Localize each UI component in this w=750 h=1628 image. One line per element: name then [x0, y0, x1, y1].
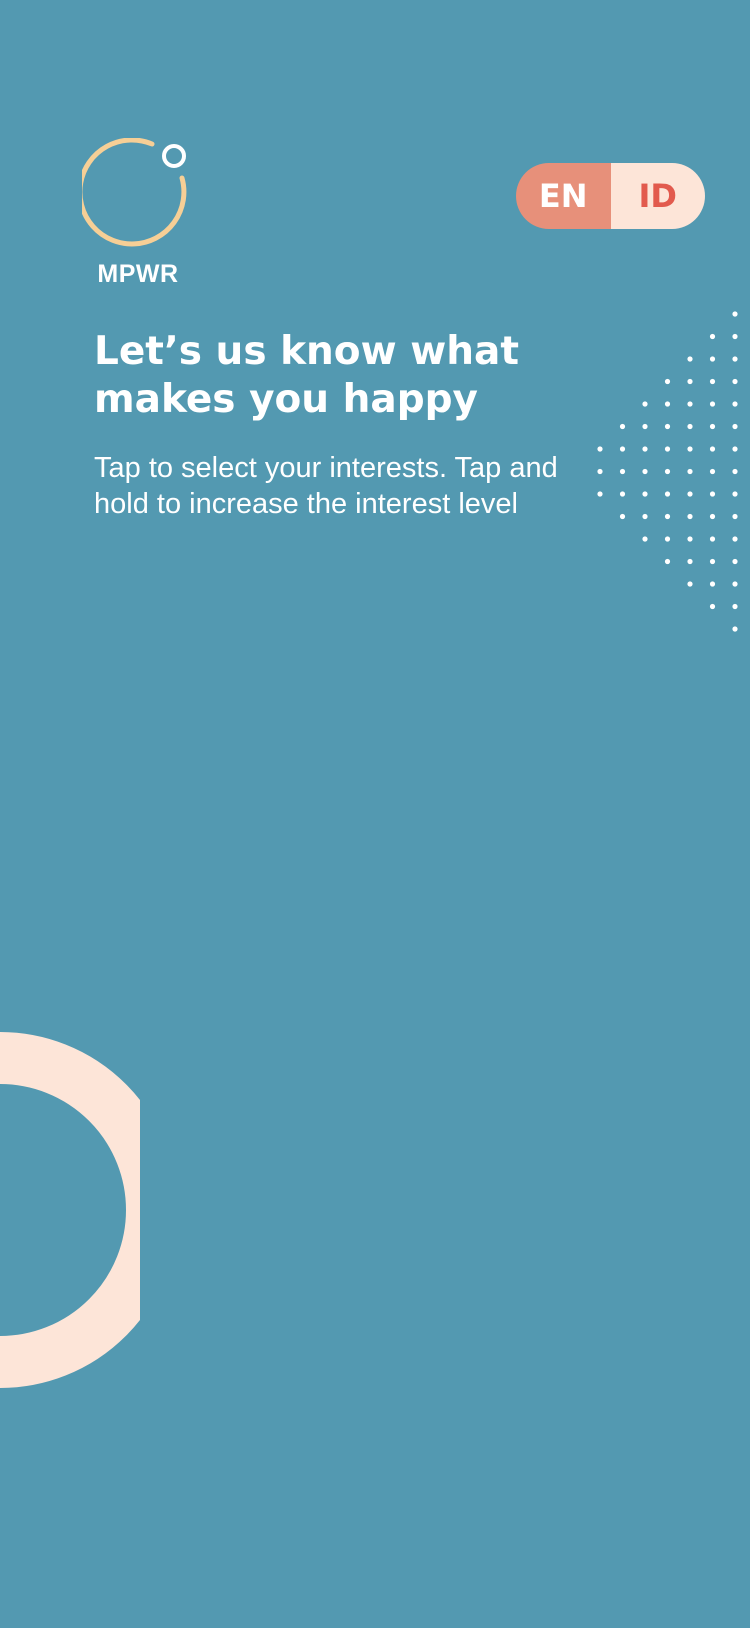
decorative-dot	[664, 558, 671, 565]
decorative-dot	[642, 536, 648, 542]
decorative-dot	[709, 603, 716, 610]
decorative-dot	[709, 378, 716, 385]
decorative-dot	[732, 491, 738, 497]
decorative-dot	[597, 468, 603, 475]
decorative-dot	[619, 446, 626, 452]
decorative-dot	[687, 513, 693, 520]
decorative-dot	[664, 536, 671, 542]
language-toggle[interactable]: EN ID	[516, 163, 705, 229]
decorative-dot	[619, 468, 626, 475]
decorative-dot	[732, 423, 738, 430]
decorative-dot	[619, 513, 626, 520]
page-subtitle: Tap to select your interests. Tap and ho…	[94, 452, 558, 520]
language-option-id[interactable]: ID	[610, 163, 705, 229]
decorative-dot	[642, 401, 648, 407]
decorative-dot	[642, 513, 648, 520]
decorative-dot	[709, 401, 716, 407]
decorative-dot	[709, 536, 716, 542]
decorative-dot	[687, 356, 693, 362]
decorative-dot	[664, 468, 671, 475]
decorative-dot	[687, 491, 693, 497]
decorative-dot	[619, 491, 626, 497]
decorative-dot	[664, 491, 671, 497]
logo-wordmark: MPWR	[97, 260, 179, 288]
decorative-dot	[709, 423, 716, 430]
decorative-dot	[709, 468, 716, 475]
decorative-dot	[732, 558, 738, 565]
decorative-dot	[664, 378, 671, 385]
language-option-en[interactable]: EN	[516, 163, 611, 229]
decorative-dot	[732, 468, 738, 475]
decorative-dot	[732, 311, 738, 317]
decorative-dot	[732, 401, 738, 407]
decorative-dot	[709, 491, 716, 497]
decorative-dot	[664, 446, 671, 452]
decorative-dot	[687, 581, 693, 587]
decorative-dot	[687, 536, 693, 542]
decorative-dot	[664, 401, 671, 407]
decorative-dot	[709, 513, 716, 520]
decorative-dot	[732, 513, 738, 520]
decorative-dot	[687, 401, 693, 407]
decorative-dot-pattern	[597, 311, 738, 632]
decorative-dot	[642, 468, 648, 475]
decorative-dot	[597, 446, 603, 452]
interest-onboarding-screen: MPWR EN ID Let’s us know what makes you …	[0, 0, 750, 1628]
decorative-dot	[709, 581, 716, 587]
decorative-dot	[732, 378, 738, 385]
decorative-dot	[642, 491, 648, 497]
decorative-dot	[664, 423, 671, 430]
decorative-dot	[732, 446, 738, 452]
mpwr-logo-icon	[82, 138, 194, 250]
decorative-dot	[687, 446, 693, 452]
decorative-ring-shape	[0, 1032, 140, 1388]
decorative-dot	[664, 513, 671, 520]
decorative-dot	[687, 558, 693, 565]
decorative-dot	[732, 333, 738, 340]
decorative-dot	[642, 446, 648, 452]
decorative-dot	[732, 536, 738, 542]
decorative-dot	[732, 581, 738, 587]
decorative-dot	[687, 423, 693, 430]
decorative-dot	[597, 491, 603, 497]
decorative-dot	[619, 423, 626, 430]
decorative-dot	[687, 378, 693, 385]
decorative-dot	[642, 423, 648, 430]
decorative-dot	[732, 356, 738, 362]
decorative-dot	[687, 468, 693, 475]
decorative-dot	[709, 558, 716, 565]
page-title: Let’s us know what makes you happy	[94, 329, 519, 422]
decorative-dot	[709, 446, 716, 452]
decorative-dot	[709, 333, 716, 340]
decorative-dot	[732, 626, 738, 632]
decorative-dot	[709, 356, 716, 362]
decorative-dot	[732, 603, 738, 610]
